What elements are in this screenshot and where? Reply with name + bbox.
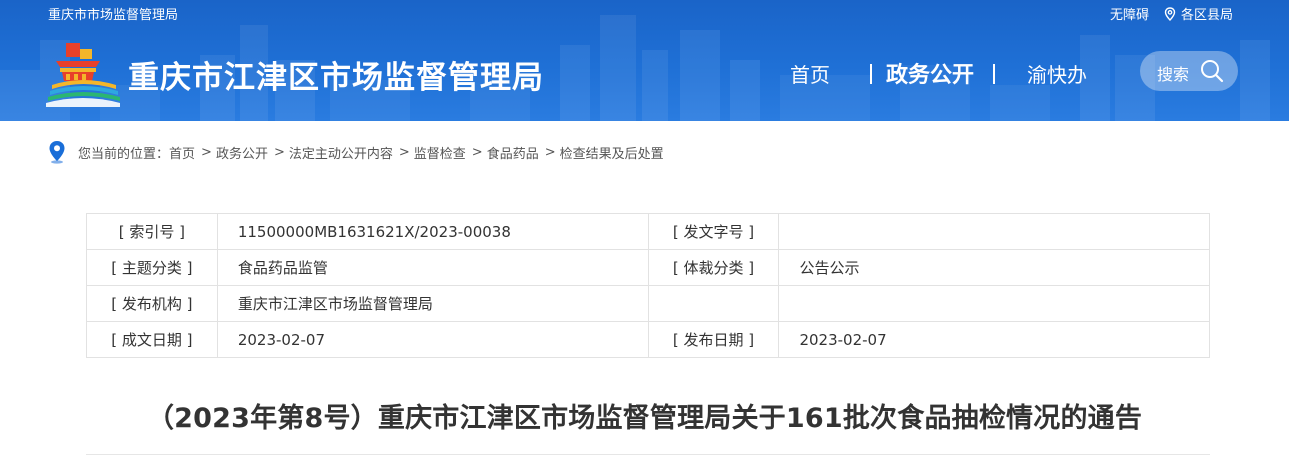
title-divider (86, 454, 1210, 455)
breadcrumb-separator: > (544, 144, 556, 160)
breadcrumb-item[interactable]: 法定主动公开内容 (289, 143, 393, 162)
breadcrumb-prefix: 您当前的位置： (78, 146, 170, 162)
table-row: [ 索引号 ] 11500000MB1631621X/2023-00038 [ … (86, 213, 1210, 250)
field-label-doc-no: [ 发文字号 ] (647, 213, 780, 250)
breadcrumb-item[interactable]: 政务公开 (216, 143, 268, 162)
location-pin-icon (1164, 6, 1176, 21)
breadcrumb-item[interactable]: 食品药品 (487, 143, 539, 162)
breadcrumb-item[interactable]: 检查结果及后处置 (560, 143, 664, 162)
nav-divider (870, 64, 872, 84)
table-row: [ 发布机构 ] 重庆市江津区市场监督管理局 (86, 285, 1210, 322)
field-value-empty (778, 285, 1210, 322)
breadcrumb-separator: > (471, 144, 483, 160)
field-label-publish-date: [ 发布日期 ] (647, 321, 780, 358)
main-nav: 首页 政务公开 渝快办 (0, 57, 1289, 91)
breadcrumb-item[interactable]: 首页 (169, 143, 195, 162)
accessibility-link[interactable]: 无障碍 (1110, 4, 1149, 23)
breadcrumb-separator: > (273, 144, 285, 160)
document-info-table: [ 索引号 ] 11500000MB1631621X/2023-00038 [ … (86, 213, 1210, 358)
field-value-subject: 食品药品监管 (216, 249, 649, 286)
field-label-publisher: [ 发布机构 ] (86, 285, 218, 322)
site-header: 重庆市市场监督管理局 无障碍 各区县局 重庆市江津区市场监督管理局 首页 政务公… (0, 0, 1289, 121)
parent-bureau-link[interactable]: 重庆市市场监督管理局 (48, 4, 178, 23)
districts-link[interactable]: 各区县局 (1181, 4, 1233, 23)
nav-home[interactable]: 首页 (790, 59, 830, 88)
search-label: 搜索 (1157, 65, 1190, 84)
search-icon (1201, 60, 1224, 83)
nav-yukuaiban[interactable]: 渝快办 (1027, 59, 1087, 88)
field-label-index-no: [ 索引号 ] (86, 213, 218, 250)
breadcrumb-separator: > (398, 144, 410, 160)
nav-divider (993, 64, 995, 84)
breadcrumb-separator: > (201, 144, 212, 160)
table-row: [ 主题分类 ] 食品药品监管 [ 体裁分类 ] 公告公示 (86, 249, 1210, 286)
article-title: （2023年第8号）重庆市江津区市场监督管理局关于161批次食品抽检情况的通告 (146, 403, 1143, 434)
breadcrumb-item[interactable]: 监督检查 (414, 143, 466, 162)
field-value-index-no: 11500000MB1631621X/2023-00038 (216, 213, 649, 250)
field-label-subject: [ 主题分类 ] (86, 249, 218, 286)
field-value-publish-date: 2023-02-07 (778, 321, 1210, 358)
field-label-written-date: [ 成文日期 ] (86, 321, 218, 358)
location-pin-icon (49, 141, 65, 164)
search-button[interactable]: 搜索 (1140, 51, 1238, 91)
field-value-written-date: 2023-02-07 (216, 321, 649, 358)
breadcrumb: 您当前的位置： 首页 > 政务公开 > 法定主动公开内容 > 监督检查 > 食品… (48, 139, 664, 165)
field-value-genre: 公告公示 (778, 249, 1210, 286)
field-value-publisher: 重庆市江津区市场监督管理局 (216, 285, 649, 322)
table-row: [ 成文日期 ] 2023-02-07 [ 发布日期 ] 2023-02-07 (86, 321, 1210, 358)
field-label-genre: [ 体裁分类 ] (647, 249, 780, 286)
nav-gov-affairs[interactable]: 政务公开 (886, 57, 974, 89)
field-value-doc-no (778, 213, 1210, 250)
field-label-empty (647, 285, 780, 322)
top-utility-links: 无障碍 各区县局 (1110, 4, 1233, 23)
